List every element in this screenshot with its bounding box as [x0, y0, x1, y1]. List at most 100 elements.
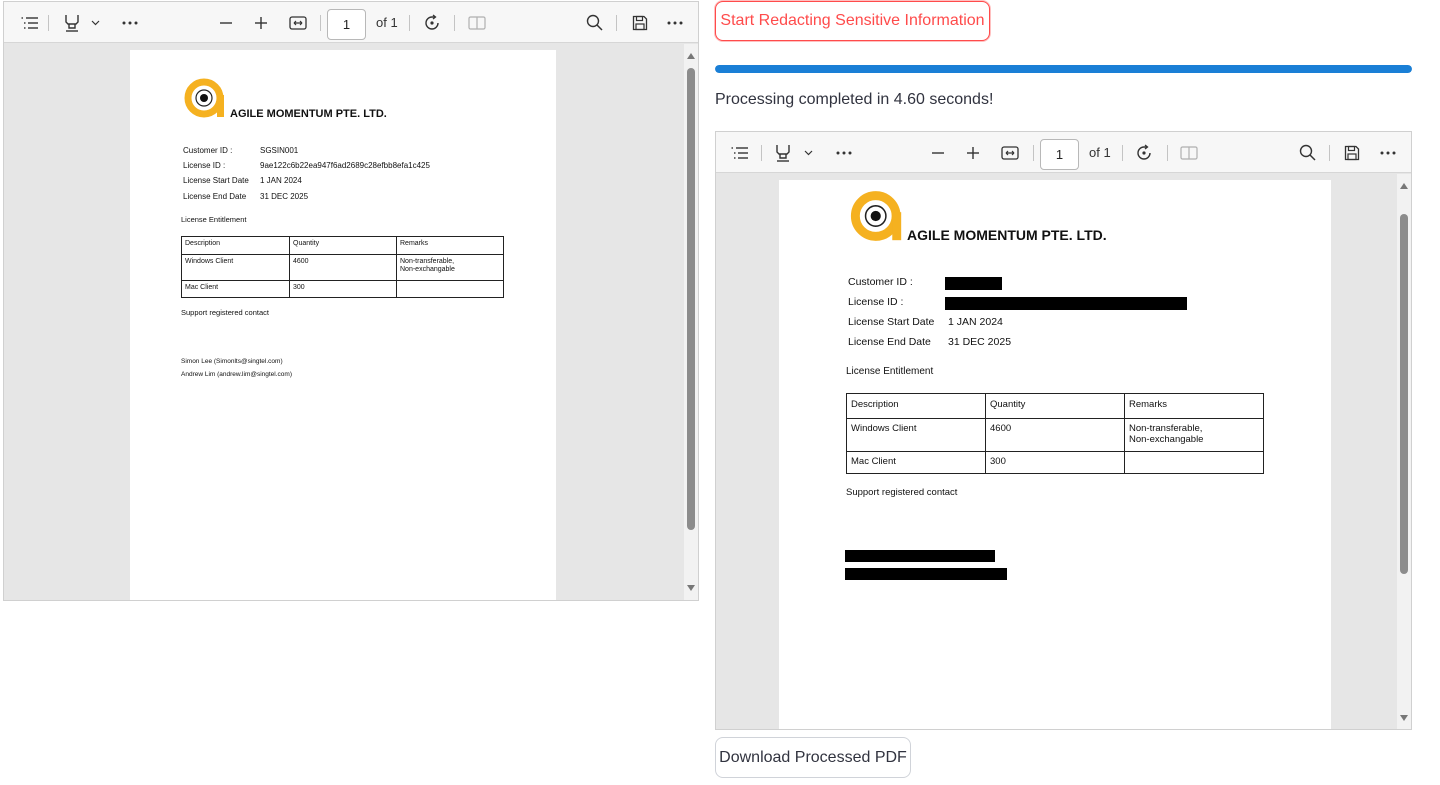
save-icon[interactable] — [1340, 132, 1364, 173]
zoom-in-icon[interactable] — [249, 2, 273, 43]
table-cell: Windows Client — [181, 254, 290, 281]
rotate-icon[interactable] — [1132, 132, 1156, 173]
scroll-down-arrow-icon[interactable] — [1397, 712, 1411, 724]
scrollbar-thumb[interactable] — [1400, 214, 1408, 574]
page-scroll-area[interactable]: AGILE MOMENTUM PTE. LTD. Customer ID : L… — [716, 174, 1411, 729]
original-pdf-viewer: 1 of 1 AGILE MOMENTUM PTE. LTD. Customer… — [3, 1, 699, 601]
start-date-value: 1 JAN 2024 — [260, 176, 302, 185]
contents-icon[interactable] — [16, 2, 44, 43]
table-cell: 300 — [985, 451, 1125, 474]
document-content: AGILE MOMENTUM PTE. LTD. Customer ID : L… — [779, 180, 1331, 729]
highlight-icon[interactable] — [771, 132, 795, 173]
table-header-cell: Description — [846, 393, 986, 419]
table-header-cell: Remarks — [1124, 393, 1264, 419]
start-date-value: 1 JAN 2024 — [948, 316, 1003, 328]
table-cell: Non-transferable, Non-exchangable — [1124, 418, 1264, 452]
redacted-pdf-viewer: 1 of 1 AGILE MOMENTUM PTE. LTD. Customer… — [715, 131, 1412, 730]
pdf-toolbar: 1 of 1 — [4, 2, 698, 43]
zoom-in-icon[interactable] — [961, 132, 985, 173]
toolbar-divider — [616, 15, 617, 31]
toolbar-divider — [1122, 145, 1123, 161]
rotate-icon[interactable] — [420, 2, 444, 43]
table-cell: 4600 — [985, 418, 1125, 452]
table-cell: Mac Client — [846, 451, 986, 474]
highlight-icon[interactable] — [60, 2, 84, 43]
contents-icon[interactable] — [726, 132, 754, 173]
support-title: Support registered contact — [846, 487, 958, 498]
page-number: 1 — [342, 17, 351, 32]
two-page-view-icon[interactable] — [1177, 132, 1201, 173]
more-options-icon[interactable] — [663, 2, 687, 43]
customer-id-value: SGSIN001 — [260, 146, 299, 155]
search-icon[interactable] — [582, 2, 606, 43]
progress-bar-fill — [715, 65, 1412, 73]
more-tools-icon[interactable] — [832, 132, 856, 173]
table-row: Windows Client 4600 Non-transferable, No… — [181, 254, 504, 281]
progress-bar — [715, 65, 1412, 73]
field-label: License Start Date — [183, 176, 249, 185]
vertical-scrollbar[interactable] — [684, 44, 698, 600]
page-scroll-area[interactable]: AGILE MOMENTUM PTE. LTD. Customer ID : S… — [4, 44, 698, 600]
start-redacting-button[interactable]: Start Redacting Sensitive Information — [715, 1, 990, 41]
fit-width-icon[interactable] — [286, 2, 310, 43]
table-cell — [396, 280, 504, 298]
field-label: License End Date — [848, 336, 931, 348]
document-content: AGILE MOMENTUM PTE. LTD. Customer ID : S… — [130, 50, 556, 600]
toolbar-divider — [454, 15, 455, 31]
pdf-page: AGILE MOMENTUM PTE. LTD. Customer ID : S… — [130, 50, 556, 600]
contact-line: Simon Lee (Simonlts@singtel.com) — [181, 358, 283, 365]
chevron-down-icon[interactable] — [88, 2, 102, 43]
vertical-scrollbar[interactable] — [1397, 174, 1411, 729]
redaction-box — [845, 568, 1007, 580]
support-title: Support registered contact — [181, 308, 269, 317]
table-header-cell: Description — [181, 236, 290, 255]
zoom-out-icon[interactable] — [926, 132, 950, 173]
more-tools-icon[interactable] — [118, 2, 142, 43]
scroll-down-arrow-icon[interactable] — [684, 582, 698, 594]
company-logo — [850, 191, 902, 241]
scroll-up-arrow-icon[interactable] — [684, 50, 698, 62]
toolbar-divider — [1167, 145, 1168, 161]
toolbar-divider — [761, 145, 762, 161]
redaction-box — [945, 277, 1002, 290]
pdf-page: AGILE MOMENTUM PTE. LTD. Customer ID : L… — [779, 180, 1331, 729]
pdf-toolbar: 1 of 1 — [716, 132, 1411, 173]
toolbar-divider — [409, 15, 410, 31]
company-name: AGILE MOMENTUM PTE. LTD. — [907, 227, 1107, 243]
entitlement-table: Description Quantity Remarks Windows Cli… — [846, 393, 1264, 474]
table-header-cell: Quantity — [985, 393, 1125, 419]
fit-width-icon[interactable] — [998, 132, 1022, 173]
table-header-cell: Remarks — [396, 236, 504, 255]
redaction-box — [945, 297, 1187, 310]
field-label: License End Date — [183, 192, 247, 201]
search-icon[interactable] — [1295, 132, 1319, 173]
status-message: Processing completed in 4.60 seconds! — [715, 91, 994, 108]
zoom-out-icon[interactable] — [214, 2, 238, 43]
scrollbar-thumb[interactable] — [687, 68, 695, 530]
end-date-value: 31 DEC 2025 — [948, 336, 1012, 348]
section-title: License Entitlement — [846, 366, 934, 377]
field-label: License ID : — [848, 296, 904, 308]
table-header-row: Description Quantity Remarks — [846, 393, 1264, 419]
table-cell: Windows Client — [846, 418, 986, 452]
page-number: 1 — [1055, 147, 1064, 162]
two-page-view-icon[interactable] — [465, 2, 489, 43]
field-label: License ID : — [183, 161, 226, 170]
field-label: Customer ID : — [183, 146, 233, 155]
table-row: Mac Client 300 — [846, 451, 1264, 474]
download-pdf-button[interactable]: Download Processed PDF — [715, 737, 911, 778]
field-label: License Start Date — [848, 316, 935, 328]
page-count-label: of 1 — [376, 15, 398, 30]
table-row: Windows Client 4600 Non-transferable, No… — [846, 418, 1264, 452]
scroll-up-arrow-icon[interactable] — [1397, 180, 1411, 192]
page-number-input[interactable]: 1 — [327, 9, 366, 40]
company-name: AGILE MOMENTUM PTE. LTD. — [230, 108, 387, 120]
toolbar-divider — [320, 15, 321, 31]
more-options-icon[interactable] — [1376, 132, 1400, 173]
table-cell — [1124, 451, 1264, 474]
contact-line: Andrew Lim (andrew.lim@singtel.com) — [181, 371, 292, 378]
table-cell: Mac Client — [181, 280, 290, 298]
page-number-input[interactable]: 1 — [1040, 139, 1079, 170]
save-icon[interactable] — [628, 2, 652, 43]
chevron-down-icon[interactable] — [801, 132, 815, 173]
